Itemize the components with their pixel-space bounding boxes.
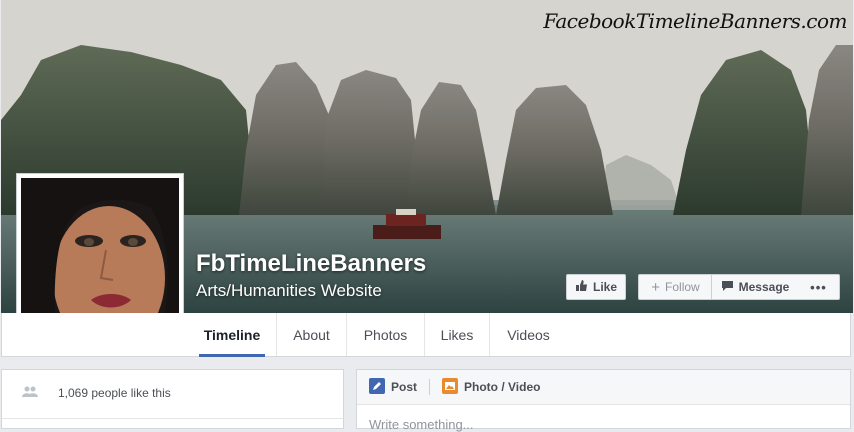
more-options-button[interactable]: ••• xyxy=(798,274,840,300)
photo-video-label: Photo / Video xyxy=(464,380,541,394)
card-divider xyxy=(2,418,343,419)
composer-tab-post[interactable]: Post xyxy=(369,377,418,397)
message-label: Message xyxy=(738,280,790,294)
page-tab-bar: Timeline About Photos Likes Videos xyxy=(1,313,851,357)
thumbs-up-icon xyxy=(575,279,588,295)
tab-likes[interactable]: Likes xyxy=(424,313,489,356)
page-category[interactable]: Arts/Humanities Website xyxy=(196,281,382,301)
composer-separator xyxy=(429,379,431,395)
tab-timeline[interactable]: Timeline xyxy=(199,313,265,357)
photo-icon xyxy=(442,377,459,397)
post-composer: Post Photo / Video Write something... xyxy=(356,369,851,432)
likes-card: 1,069 people like this xyxy=(1,369,344,429)
message-button[interactable]: Message xyxy=(711,274,799,300)
likes-count-text[interactable]: 1,069 people like this xyxy=(58,386,171,400)
message-icon xyxy=(721,280,734,295)
watermark-text: FacebookTimelineBanners.com xyxy=(543,9,847,33)
tab-about[interactable]: About xyxy=(276,313,346,356)
page-title[interactable]: FbTimeLineBanners xyxy=(196,250,426,278)
post-label: Post xyxy=(391,380,418,394)
composer-tab-photo-video[interactable]: Photo / Video xyxy=(442,377,541,397)
plus-icon: + xyxy=(651,278,661,296)
people-icon xyxy=(22,386,38,400)
composer-input[interactable]: Write something... xyxy=(369,417,474,432)
like-label: Like xyxy=(592,280,617,294)
pencil-icon xyxy=(369,377,385,397)
tab-photos[interactable]: Photos xyxy=(346,313,424,356)
more-dots-icon: ••• xyxy=(810,279,827,295)
follow-button[interactable]: + Follow xyxy=(638,274,712,300)
like-button[interactable]: Like xyxy=(566,274,626,300)
tab-videos[interactable]: Videos xyxy=(489,313,567,356)
follow-label: Follow xyxy=(665,280,700,294)
